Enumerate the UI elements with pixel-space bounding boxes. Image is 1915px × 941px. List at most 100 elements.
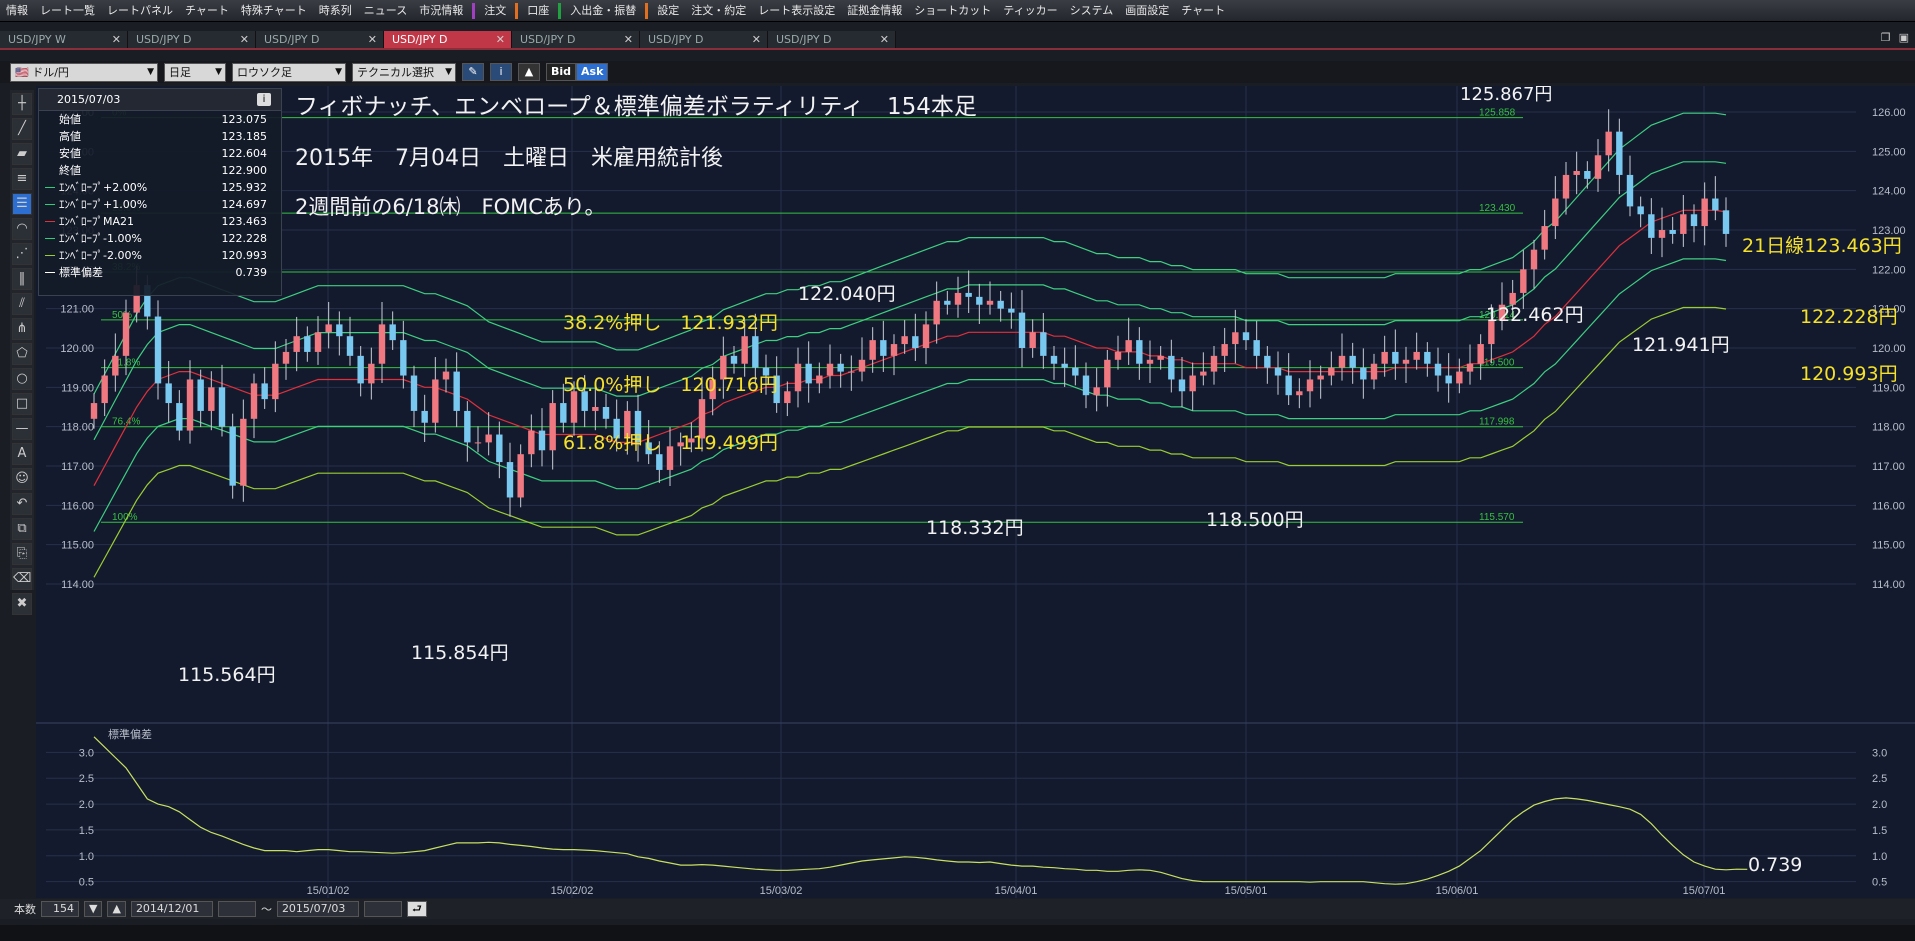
pair-select[interactable]: 🇺🇸 ドル/円 ▼	[10, 62, 158, 82]
tab-chart[interactable]: USD/JPY D ✕	[256, 31, 384, 48]
close-icon[interactable]: ✕	[368, 31, 377, 48]
menu-item[interactable]: 証拠金情報	[841, 0, 908, 22]
candle-body	[1402, 359, 1410, 364]
price-chart[interactable]: 0%125.85823.6%123.43038.2%50%120.71461.8…	[36, 86, 1915, 898]
tab-label: USD/JPY W	[8, 33, 66, 46]
trendline-icon[interactable]: ╱	[12, 118, 32, 140]
crosshair-icon[interactable]: ┼	[12, 93, 32, 115]
fib-arc-icon[interactable]: ◠	[12, 218, 32, 240]
pen-icon[interactable]: ✎	[462, 63, 484, 81]
menu-item[interactable]: 注文・約定	[685, 0, 752, 22]
info-value: 123.185	[221, 130, 268, 143]
period-select[interactable]: 日足 ▼	[164, 62, 226, 82]
tab-chart[interactable]: USD/JPY D ✕	[768, 31, 896, 48]
tab-chart[interactable]: USD/JPY W ✕	[0, 31, 128, 48]
fib-value-label: 119.500	[1479, 358, 1515, 369]
menu-item[interactable]: 画面設定	[1119, 0, 1175, 22]
chart-shape-icon[interactable]: ▲	[518, 63, 540, 81]
paste-icon[interactable]: ⎘	[12, 543, 32, 565]
close-icon[interactable]: ✕	[112, 31, 121, 48]
candle-body	[208, 387, 215, 411]
to-time-input[interactable]	[363, 901, 402, 917]
from-date-input[interactable]: 2014/12/01	[130, 901, 213, 917]
menu-item[interactable]: レートパネル	[101, 0, 179, 22]
technical-select[interactable]: テクニカル選択 ▼	[352, 62, 456, 82]
menu-item[interactable]: チャート	[1175, 0, 1231, 22]
vertical-lines-icon[interactable]: ‖	[12, 268, 32, 290]
candle-body	[357, 355, 364, 384]
menu-item[interactable]: ショートカット	[908, 0, 997, 22]
ask-button[interactable]: Ask	[576, 63, 609, 81]
candle-body	[325, 324, 332, 333]
candle-body	[90, 403, 98, 419]
menu-item[interactable]: 時系列	[313, 0, 358, 22]
info-value: 124.697	[221, 198, 268, 211]
channel-icon[interactable]: ⫽	[12, 293, 32, 315]
menu-item[interactable]: ニュース	[358, 0, 413, 22]
menu-item[interactable]: レート表示設定	[752, 0, 841, 22]
menu-item[interactable]: レート一覧	[34, 0, 101, 22]
tab-chart[interactable]: USD/JPY D ✕	[128, 31, 256, 48]
tab-chart[interactable]: USD/JPY D ✕	[384, 31, 512, 48]
stamp-icon[interactable]: ☺	[12, 468, 32, 490]
horizontal-lines-icon[interactable]: ≡	[12, 168, 32, 190]
delete-all-icon[interactable]: ✖	[12, 593, 32, 615]
tab-chart[interactable]: USD/JPY D ✕	[512, 31, 640, 48]
bid-button[interactable]: Bid	[546, 63, 577, 81]
text-icon[interactable]: A	[12, 443, 32, 465]
circle-icon[interactable]: ○	[12, 368, 32, 390]
fan-icon[interactable]: ⋰	[12, 243, 32, 265]
rectangle-icon[interactable]: □	[12, 393, 32, 415]
info-icon[interactable]: i	[490, 63, 512, 81]
candle-body	[1168, 355, 1175, 380]
candle-body	[1178, 379, 1186, 392]
y-tick-label: 116.00	[61, 500, 94, 512]
ruler-icon[interactable]: ▰	[12, 143, 32, 165]
maximize-icon[interactable]: ▣	[1899, 31, 1909, 44]
from-time-input[interactable]	[217, 901, 256, 917]
tab-chart[interactable]: USD/JPY D ✕	[640, 31, 768, 48]
info-row: 安値 122.604	[39, 145, 281, 162]
close-icon[interactable]: ✕	[752, 31, 761, 48]
bar-count-input[interactable]: 154	[41, 901, 79, 917]
hline-icon[interactable]: —	[12, 418, 32, 440]
menu-item[interactable]: 口座	[521, 0, 555, 22]
restore-icon[interactable]: ❐	[1881, 31, 1891, 44]
close-icon[interactable]: ✕	[496, 31, 505, 48]
chart-type-select[interactable]: ロウソク足 ▼	[232, 62, 346, 82]
menu-item[interactable]: ティッカー	[997, 0, 1063, 22]
close-icon[interactable]: ✕	[624, 31, 633, 48]
menu-item[interactable]: 市況情報	[413, 0, 469, 22]
count-up-icon[interactable]: ▲	[107, 901, 126, 917]
eraser-icon[interactable]: ⌫	[12, 568, 32, 590]
candle-body	[1370, 363, 1378, 380]
fibonacci-icon[interactable]: ☰	[12, 193, 32, 215]
menu-item[interactable]: 設定	[651, 0, 685, 22]
menu-item[interactable]: 情報	[0, 0, 34, 22]
status-bar	[0, 925, 1915, 941]
chevron-down-icon: ▼	[335, 66, 342, 77]
apply-range-icon[interactable]: ⮐	[406, 901, 427, 917]
menu-item[interactable]: 入出金・振替	[564, 0, 642, 22]
undo-icon[interactable]: ↶	[12, 493, 32, 515]
sub-y-tick-label: 2.0	[1872, 799, 1887, 811]
close-icon[interactable]: ✕	[880, 31, 889, 48]
menu-item[interactable]: 注文	[478, 0, 512, 22]
info-settings-icon[interactable]: ⅰ	[257, 93, 271, 106]
candle-body	[1520, 269, 1527, 293]
count-down-icon[interactable]: ▼	[84, 901, 103, 917]
copy-icon[interactable]: ⧉	[12, 518, 32, 540]
candle-body	[912, 336, 919, 348]
info-row: 始値 123.075	[39, 111, 281, 128]
pitchfork-icon[interactable]: ⋔	[12, 318, 32, 340]
close-icon[interactable]: ✕	[240, 31, 249, 48]
menu-item[interactable]: チャート	[179, 0, 235, 22]
to-date-input[interactable]: 2015/07/03	[276, 901, 359, 917]
info-label: ｴﾝﾍﾞﾛｰﾌﾟMA21	[59, 215, 135, 228]
candle-body	[954, 292, 962, 305]
series-swatch	[45, 238, 55, 239]
pentagon-icon[interactable]: ⬠	[12, 343, 32, 365]
menu-item[interactable]: システム	[1064, 0, 1120, 22]
y-tick-label: 115.00	[61, 540, 94, 552]
menu-item[interactable]: 特殊チャート	[235, 0, 313, 22]
